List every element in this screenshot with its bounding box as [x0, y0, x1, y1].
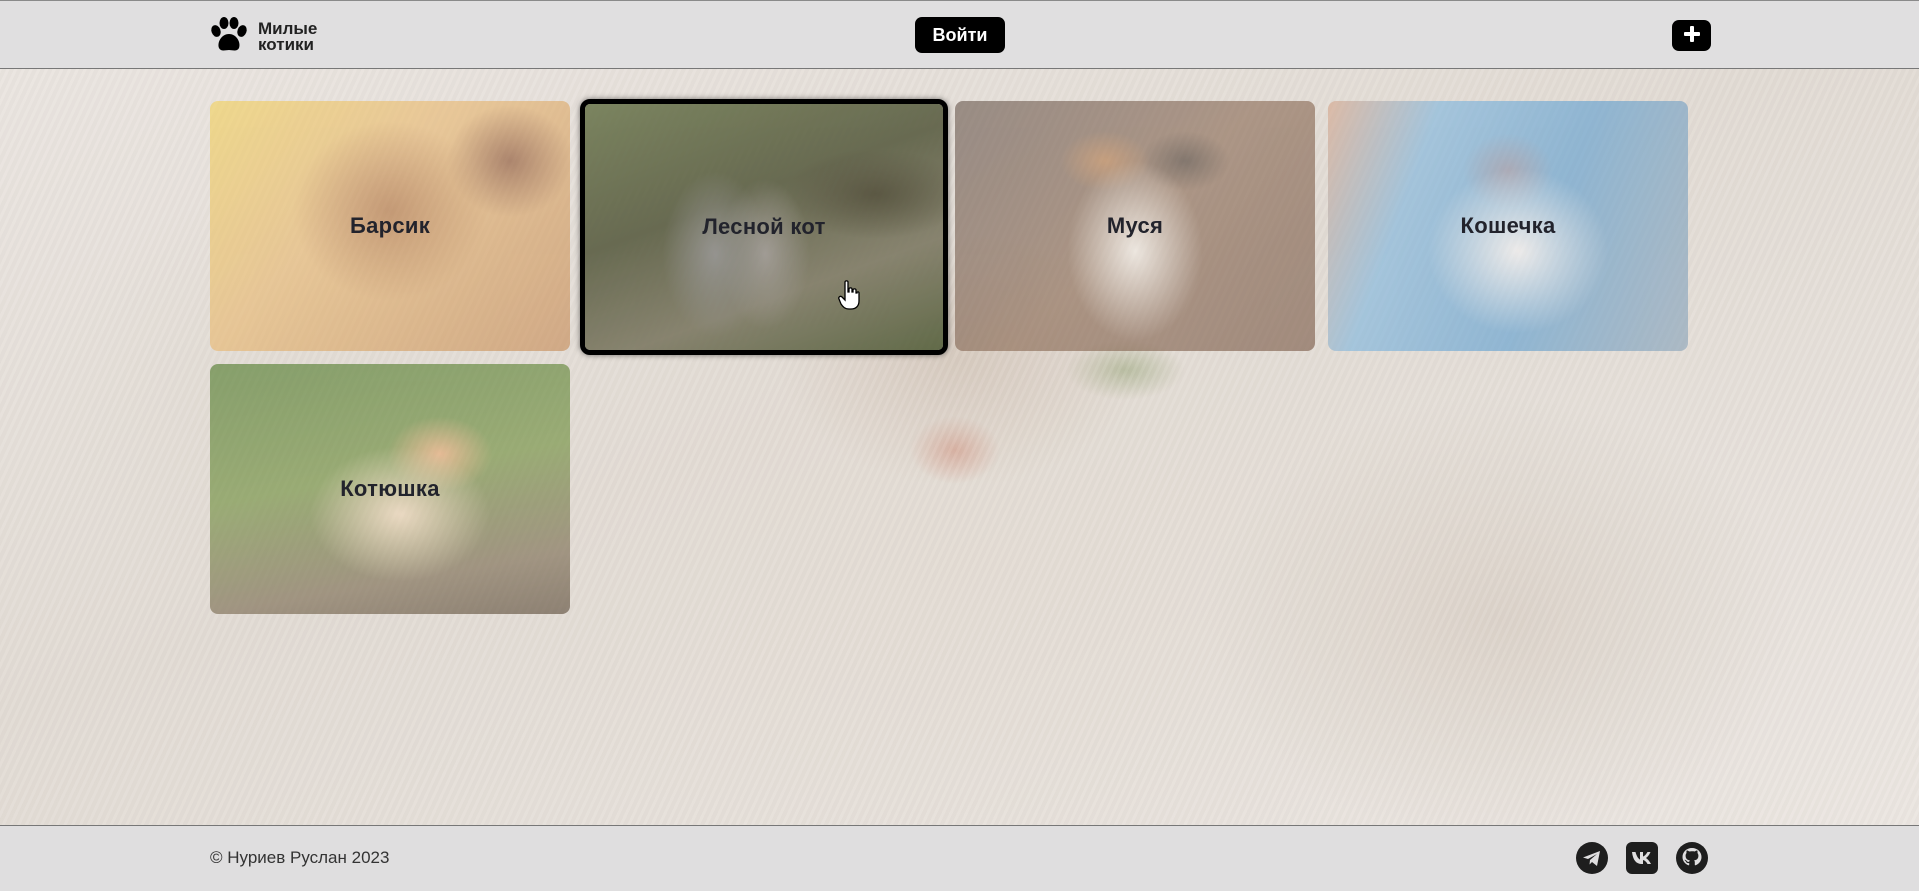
- cat-card[interactable]: Кошечка: [1328, 101, 1688, 351]
- telegram-icon: [1575, 841, 1609, 879]
- github-link[interactable]: [1674, 841, 1709, 879]
- cat-name: Кошечка: [1460, 213, 1556, 238]
- github-icon: [1675, 841, 1709, 879]
- add-cat-button[interactable]: [1672, 20, 1711, 51]
- hand-cursor-icon: [838, 280, 860, 314]
- paw-icon: [209, 17, 249, 57]
- telegram-link[interactable]: [1574, 841, 1609, 879]
- plus-icon: [1682, 24, 1702, 48]
- cat-card-hovered[interactable]: Лесной кот: [580, 99, 948, 355]
- cat-card[interactable]: Котюшка: [210, 364, 570, 614]
- cat-name: Лесной кот: [702, 214, 826, 239]
- cat-card[interactable]: Барсик: [210, 101, 570, 351]
- cat-name: Барсик: [349, 213, 431, 238]
- login-button[interactable]: Войти: [915, 17, 1005, 53]
- cat-card[interactable]: Муся: [955, 101, 1315, 351]
- logo[interactable]: Милые котики: [209, 17, 317, 57]
- footer: © Нуриев Руслан 2023: [0, 825, 1919, 891]
- site-title-line2: котики: [258, 35, 314, 54]
- cat-name: Муся: [1106, 213, 1164, 238]
- copyright-text: © Нуриев Руслан 2023: [210, 848, 390, 867]
- site-title: Милые котики: [258, 20, 317, 54]
- cat-name: Котюшка: [340, 476, 440, 501]
- vk-icon: [1625, 841, 1659, 879]
- header: Милые котики Войти: [0, 0, 1919, 69]
- vk-link[interactable]: [1624, 841, 1659, 879]
